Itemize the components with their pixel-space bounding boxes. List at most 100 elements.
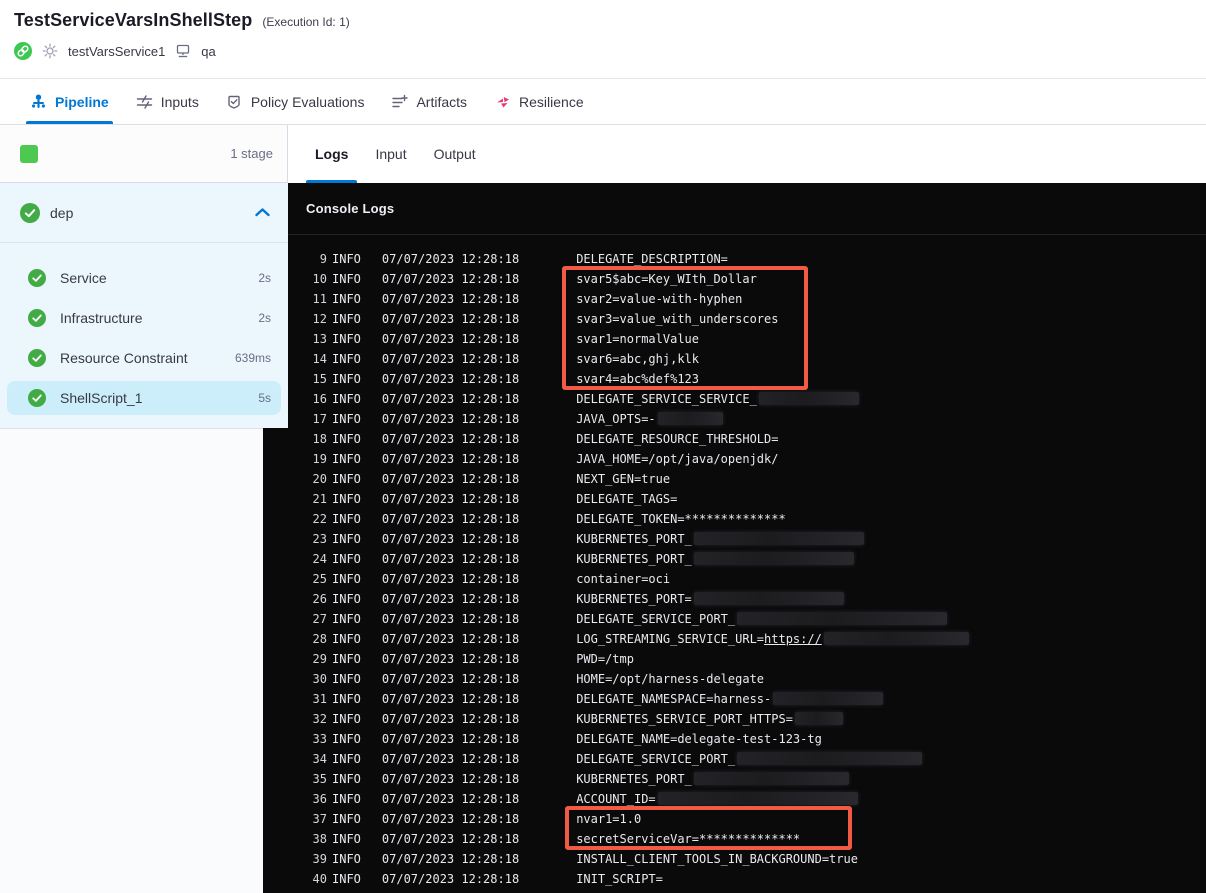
tab-policy-evaluations[interactable]: Policy Evaluations xyxy=(226,79,365,124)
log-message: INIT_SCRIPT= xyxy=(576,872,663,886)
log-line-number: 18 xyxy=(312,432,327,446)
log-message: DELEGATE_SERVICE_PORT_ xyxy=(576,752,923,766)
inputs-icon xyxy=(136,93,153,110)
log-level: INFO xyxy=(332,672,361,686)
stage-count-label: 1 stage xyxy=(230,146,273,161)
log-url-link[interactable]: https:// xyxy=(764,632,822,646)
log-line-39: 39 INFO 07/07/2023 12:28:18 INSTALL_CLIENT_… xyxy=(263,849,1206,869)
service-name[interactable]: testVarsService1 xyxy=(68,44,165,59)
log-timestamp: 07/07/2023 12:28:18 xyxy=(381,832,520,846)
tab-policy-evaluations-label: Policy Evaluations xyxy=(250,93,365,110)
log-line-number: 32 xyxy=(312,712,327,726)
pipeline-icon xyxy=(30,93,47,110)
console-log-list[interactable]: 9 INFO 07/07/2023 12:28:18 DELEGATE_DESCRIP… xyxy=(263,249,1206,889)
log-timestamp: 07/07/2023 12:28:18 xyxy=(381,492,520,506)
resilience-chaos-icon xyxy=(494,93,511,110)
step-duration: 2s xyxy=(258,311,271,325)
service-gear-icon xyxy=(41,42,59,60)
console-panel: Console Logs 9 INFO 07/07/2023 12:28:18 DEL… xyxy=(263,183,1206,893)
tab-input[interactable]: Input xyxy=(375,125,406,183)
log-timestamp: 07/07/2023 12:28:18 xyxy=(381,632,520,646)
log-line-11: 11 INFO 07/07/2023 12:28:18 svar2=value-wit… xyxy=(263,289,1206,309)
redacted-value xyxy=(823,632,969,645)
log-message: DELEGATE_NAME=delegate-test-123-tg xyxy=(576,732,822,746)
log-line-31: 31 INFO 07/07/2023 12:28:18 DELEGATE_NAMESP… xyxy=(263,689,1206,709)
step-row-service[interactable]: Service 2s xyxy=(7,261,281,295)
log-timestamp: 07/07/2023 12:28:18 xyxy=(381,612,520,626)
stage-row-dep[interactable]: dep xyxy=(0,183,288,243)
log-message: DELEGATE_TOKEN=************** xyxy=(576,512,786,526)
success-check-icon xyxy=(20,202,40,223)
tab-logs[interactable]: Logs xyxy=(305,125,359,183)
artifacts-icon xyxy=(391,93,409,110)
tab-output-label: Output xyxy=(433,146,476,162)
log-message: DELEGATE_NAMESPACE=harness- xyxy=(576,692,884,706)
log-timestamp: 07/07/2023 12:28:18 xyxy=(381,672,520,686)
log-line-13: 13 INFO 07/07/2023 12:28:18 svar1=normalVal… xyxy=(263,329,1206,349)
log-timestamp: 07/07/2023 12:28:18 xyxy=(381,732,520,746)
environment-name[interactable]: qa xyxy=(201,44,215,59)
execution-meta-row: testVarsService1 qa xyxy=(14,42,1206,60)
tab-resilience[interactable]: Resilience xyxy=(494,79,584,124)
step-row-infrastructure[interactable]: Infrastructure 2s xyxy=(7,301,281,335)
log-message: ACCOUNT_ID= xyxy=(576,792,858,806)
log-timestamp: 07/07/2023 12:28:18 xyxy=(381,512,520,526)
log-timestamp: 07/07/2023 12:28:18 xyxy=(381,792,520,806)
log-message: DELEGATE_SERVICE_SERVICE_ xyxy=(576,392,859,406)
redacted-value xyxy=(794,712,843,725)
console-logs-title: Console Logs xyxy=(306,201,395,216)
tab-pipeline-label: Pipeline xyxy=(55,93,109,110)
log-line-21: 21 INFO 07/07/2023 12:28:18 DELEGATE_TAGS= xyxy=(263,489,1206,509)
redacted-value xyxy=(693,592,844,605)
tab-inputs[interactable]: Inputs xyxy=(136,79,199,124)
stage-status-square xyxy=(20,144,38,163)
step-row-shellscript-1[interactable]: ShellScript_1 5s xyxy=(7,381,281,415)
log-timestamp: 07/07/2023 12:28:18 xyxy=(381,552,520,566)
log-line-38: 38 INFO 07/07/2023 12:28:18 secretServiceVa… xyxy=(263,829,1206,849)
log-line-35: 35 INFO 07/07/2023 12:28:18 KUBERNETES_PORT… xyxy=(263,769,1206,789)
tab-artifacts[interactable]: Artifacts xyxy=(391,79,467,124)
log-level: INFO xyxy=(332,612,361,626)
log-line-number: 29 xyxy=(312,652,327,666)
log-timestamp: 07/07/2023 12:28:18 xyxy=(381,432,520,446)
log-message: LOG_STREAMING_SERVICE_URL=https:// xyxy=(576,632,969,646)
log-line-number: 23 xyxy=(312,532,327,546)
log-line-28: 28 INFO 07/07/2023 12:28:18 LOG_STREAMING_S… xyxy=(263,629,1206,649)
redacted-value xyxy=(758,392,859,405)
log-line-number: 30 xyxy=(312,672,327,686)
log-message: DELEGATE_TAGS= xyxy=(576,492,678,506)
tab-logs-label: Logs xyxy=(315,146,349,162)
tab-output[interactable]: Output xyxy=(434,125,476,183)
log-timestamp: 07/07/2023 12:28:18 xyxy=(381,252,520,266)
chevron-up-icon[interactable] xyxy=(255,208,270,217)
step-row-resource-constraint[interactable]: Resource Constraint 639ms xyxy=(7,341,281,375)
stage-summary-bar: 1 stage xyxy=(0,125,288,183)
log-level: INFO xyxy=(332,772,361,786)
log-line-number: 21 xyxy=(312,492,327,506)
log-line-30: 30 INFO 07/07/2023 12:28:18 HOME=/opt/harne… xyxy=(263,669,1206,689)
tab-input-label: Input xyxy=(375,146,407,162)
log-message: secretServiceVar=************** xyxy=(576,832,801,846)
log-level: INFO xyxy=(332,692,361,706)
log-message: DELEGATE_SERVICE_PORT_ xyxy=(576,612,948,626)
log-level: INFO xyxy=(332,552,361,566)
log-timestamp: 07/07/2023 12:28:18 xyxy=(381,752,520,766)
log-line-number: 33 xyxy=(312,732,327,746)
log-line-20: 20 INFO 07/07/2023 12:28:18 NEXT_GEN=true xyxy=(263,469,1206,489)
log-message: KUBERNETES_PORT_ xyxy=(576,532,864,546)
log-line-33: 33 INFO 07/07/2023 12:28:18 DELEGATE_NAME=d… xyxy=(263,729,1206,749)
step-duration: 639ms xyxy=(234,351,271,365)
step-name: ShellScript_1 xyxy=(60,390,143,406)
redacted-value xyxy=(737,612,948,625)
log-message: JAVA_OPTS=- xyxy=(576,412,723,426)
log-line-27: 27 INFO 07/07/2023 12:28:18 DELEGATE_SERVIC… xyxy=(263,609,1206,629)
tab-pipeline[interactable]: Pipeline xyxy=(26,79,113,124)
log-message: svar3=value_with_underscores xyxy=(576,312,779,326)
log-level: INFO xyxy=(332,572,361,586)
log-message: svar4=abc%def%123 xyxy=(576,372,700,386)
step-name: Resource Constraint xyxy=(60,350,188,366)
log-level: INFO xyxy=(332,332,361,346)
log-message: PWD=/tmp xyxy=(576,652,634,666)
redacted-value xyxy=(693,552,854,565)
log-timestamp: 07/07/2023 12:28:18 xyxy=(381,532,520,546)
